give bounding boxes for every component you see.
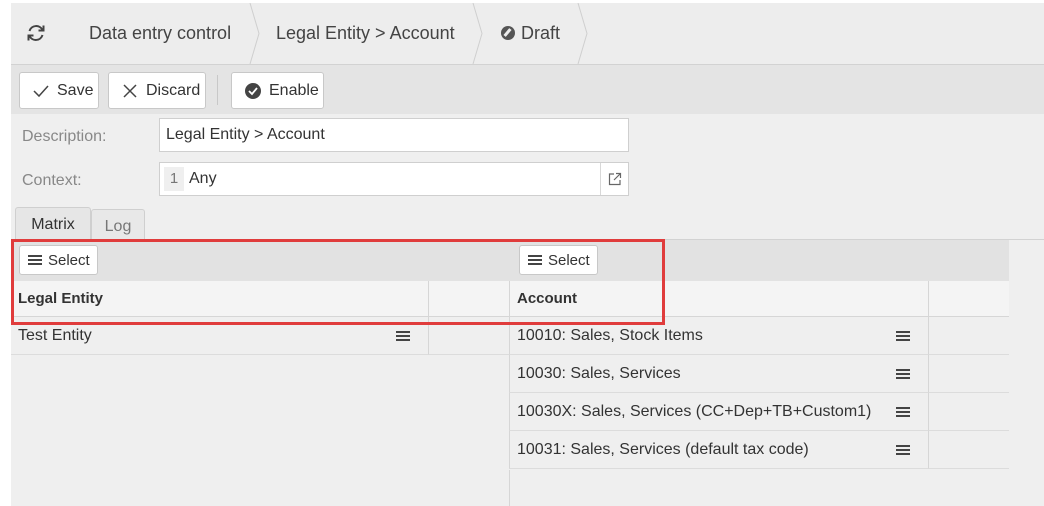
discard-button[interactable]: Discard [108,72,206,109]
context-value: Any [189,170,217,187]
breadcrumb-separator [577,3,588,64]
description-field[interactable]: Legal Entity > Account [159,118,629,152]
tab-matrix[interactable]: Matrix [15,207,91,240]
row-spacer [928,317,1009,355]
row-spacer [928,355,1009,393]
row-label: 10010: Sales, Stock Items [517,327,703,344]
menu-icon[interactable] [896,331,910,342]
table-row[interactable]: 10030X: Sales, Services (CC+Dep+TB+Custo… [509,393,928,431]
toolbar: Save Discard Enable [11,64,1044,114]
highlight-box [11,239,665,325]
save-button[interactable]: Save [19,72,99,109]
discard-label: Discard [146,81,201,99]
row-spacer [928,393,1009,431]
menu-icon[interactable] [896,445,910,456]
row-label: 10030X: Sales, Services (CC+Dep+TB+Custo… [517,403,872,420]
context-count-badge: 1 [164,167,184,191]
tab-log[interactable]: Log [91,209,145,242]
check-icon [32,82,50,100]
description-label: Description: [22,128,107,145]
breadcrumb-data-entry-control[interactable]: Data entry control [89,3,231,64]
save-label: Save [57,81,94,99]
context-field[interactable]: 1 Any [159,162,629,196]
menu-icon[interactable] [896,369,910,380]
draft-status-icon [501,26,515,40]
row-spacer [928,431,1009,469]
close-icon [121,82,139,100]
check-circle-icon [244,82,262,100]
table-row[interactable]: 10031: Sales, Services (default tax code… [509,431,928,469]
open-external-icon[interactable] [600,163,628,195]
menu-icon[interactable] [396,331,410,342]
breadcrumb-status: Draft [501,3,560,64]
breadcrumb: Data entry control Legal Entity > Accoun… [11,3,1044,64]
toolbar-divider [217,75,218,105]
breadcrumb-legal-entity-account[interactable]: Legal Entity > Account [276,3,455,64]
pane-divider [509,470,510,506]
menu-icon[interactable] [896,407,910,418]
row-label: 10031: Sales, Services (default tax code… [517,441,809,458]
status-label: Draft [521,23,561,43]
table-row[interactable]: 10030: Sales, Services [509,355,928,393]
enable-label: Enable [269,81,319,99]
enable-button[interactable]: Enable [231,72,324,109]
row-label: 10030: Sales, Services [517,365,681,382]
breadcrumb-separator [472,3,483,64]
column-spacer [928,281,1009,317]
row-label: Test Entity [18,327,92,344]
context-label: Context: [22,172,82,189]
app-window: Data entry control Legal Entity > Accoun… [11,3,1044,506]
breadcrumb-separator [249,3,260,64]
refresh-icon[interactable] [25,22,47,44]
